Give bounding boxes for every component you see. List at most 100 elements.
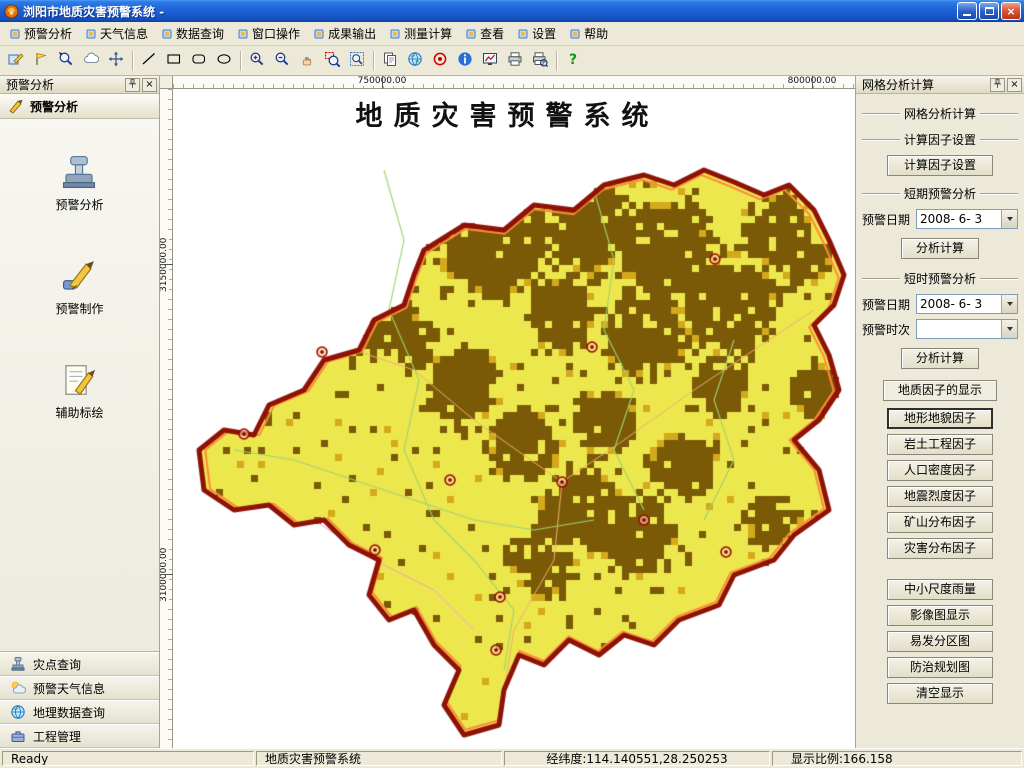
- image-display-button[interactable]: 影像图显示: [887, 605, 993, 626]
- toolbar-hotspot-button[interactable]: [428, 49, 452, 73]
- menu-item-label: 设置: [532, 25, 556, 42]
- menu-window-ops[interactable]: 窗口操作: [232, 22, 308, 45]
- toolbar-draw-roundrect-button[interactable]: [187, 49, 211, 73]
- toolbar-print-preview-button[interactable]: [528, 49, 552, 73]
- tool-label: 预警分析: [55, 196, 103, 213]
- short-time-analyze-button[interactable]: 分析计算: [901, 348, 979, 369]
- nav-label: 灾点查询: [33, 656, 81, 673]
- nav-warning-weather[interactable]: 预警天气信息: [0, 676, 159, 700]
- short-time-date-combo[interactable]: 2008- 6- 3: [916, 294, 1018, 314]
- tool-aux-plot[interactable]: 辅助标绘: [55, 361, 103, 421]
- tool-warning-create[interactable]: 预警制作: [55, 257, 103, 317]
- menu-measure[interactable]: 测量计算: [384, 22, 460, 45]
- menu-output[interactable]: 成果输出: [308, 22, 384, 45]
- menu-help[interactable]: 帮助: [564, 22, 616, 45]
- nav-project-mgmt[interactable]: 工程管理: [0, 724, 159, 748]
- prevention-plan-button[interactable]: 防治规划图: [887, 657, 993, 678]
- menu-view[interactable]: 查看: [460, 22, 512, 45]
- flag-icon: [33, 51, 49, 70]
- factor-geotech-button[interactable]: 岩土工程因子: [887, 434, 993, 455]
- grid-analysis-header: 网格分析计算: [862, 105, 1018, 122]
- factor-seismic-button[interactable]: 地震烈度因子: [887, 486, 993, 507]
- toolbar-zoom-extent-button[interactable]: [345, 49, 369, 73]
- menu-warning-analysis[interactable]: 预警分析: [4, 22, 80, 45]
- toolbar-flag-button[interactable]: [29, 49, 53, 73]
- toolbar-zoom-in-button[interactable]: [245, 49, 269, 73]
- map-canvas[interactable]: [174, 90, 855, 748]
- move-icon: [108, 51, 124, 70]
- toolbar-globe-button[interactable]: [403, 49, 427, 73]
- toolbar-zoom-window-button[interactable]: [320, 49, 344, 73]
- toolbar-draw-ellipse-button[interactable]: [212, 49, 236, 73]
- rect-icon: [166, 51, 182, 70]
- nav-label: 工程管理: [33, 728, 81, 745]
- toolbar-info-button[interactable]: [453, 49, 477, 73]
- toolbar-cloud-button[interactable]: [79, 49, 103, 73]
- toolbar-print-button[interactable]: [503, 49, 527, 73]
- combo-dropdown-button[interactable]: [1001, 320, 1017, 338]
- print-preview-icon: [532, 51, 548, 70]
- nav-disaster-query[interactable]: 灾点查询: [0, 652, 159, 676]
- short-term-analyze-button[interactable]: 分析计算: [901, 238, 979, 259]
- menu-item-icon: [313, 28, 325, 40]
- menu-item-label: 天气信息: [100, 25, 148, 42]
- hotspot-icon: [432, 51, 448, 70]
- tool-warning-analysis[interactable]: 预警分析: [55, 153, 103, 213]
- copy-icon: [382, 51, 398, 70]
- toolbar-edit-select-button[interactable]: [4, 49, 28, 73]
- maximize-button[interactable]: [979, 2, 999, 20]
- toolbar-draw-line-button[interactable]: [137, 49, 161, 73]
- close-button[interactable]: ×: [1001, 2, 1021, 20]
- menu-bar: 预警分析 天气信息 数据查询 窗口操作 成果输出 测量计算 查看 设置 帮助: [0, 22, 1024, 46]
- line-icon: [141, 51, 157, 70]
- left-panel-section-bar[interactable]: 预警分析: [0, 94, 159, 119]
- factor-disaster-button[interactable]: 灾害分布因子: [887, 538, 993, 559]
- short-time-times-combo[interactable]: [916, 319, 1018, 339]
- minimize-icon: [963, 14, 971, 16]
- short-term-header: 短期预警分析: [862, 185, 1018, 202]
- left-panel-pin-button[interactable]: [125, 78, 140, 92]
- notepad-icon: [60, 361, 98, 399]
- combo-dropdown-button[interactable]: [1001, 210, 1017, 228]
- zoom-out-icon: [274, 51, 290, 70]
- clear-display-button[interactable]: 清空显示: [887, 683, 993, 704]
- geo-factors-header-box: 地质因子的显示: [883, 380, 997, 401]
- toolbar-zoom-out-button[interactable]: [270, 49, 294, 73]
- short-term-date-combo[interactable]: 2008- 6- 3: [916, 209, 1018, 229]
- right-panel-close-button[interactable]: ×: [1007, 78, 1022, 92]
- menu-item-icon: [569, 28, 581, 40]
- edit-select-icon: [8, 51, 24, 70]
- menu-item-icon: [517, 28, 529, 40]
- menu-settings[interactable]: 设置: [512, 22, 564, 45]
- left-panel-tools: 预警分析 预警制作 辅助标绘: [0, 119, 159, 651]
- rain-scale-button[interactable]: 中小尺度雨量: [887, 579, 993, 600]
- minimize-button[interactable]: [957, 2, 977, 20]
- toolbar-help-button[interactable]: ?: [561, 49, 585, 73]
- combo-dropdown-button[interactable]: [1001, 295, 1017, 313]
- menu-item-icon: [85, 28, 97, 40]
- application-window: 浏阳市地质灾害预警系统 - × 预警分析 天气信息 数据查询 窗口操作 成果输出…: [0, 0, 1024, 768]
- nav-geo-data-query[interactable]: 地理数据查询: [0, 700, 159, 724]
- toolbar-pan-button[interactable]: [295, 49, 319, 73]
- left-panel-section-title: 预警分析: [30, 98, 78, 115]
- menu-item-label: 测量计算: [404, 25, 452, 42]
- combo-value: [917, 320, 1001, 338]
- status-system: 地质灾害预警系统: [256, 751, 502, 766]
- factor-population-button[interactable]: 人口密度因子: [887, 460, 993, 481]
- factor-terrain-button[interactable]: 地形地貌因子: [887, 408, 993, 429]
- ruler-tick: [382, 76, 383, 89]
- toolbar-draw-rect-button[interactable]: [162, 49, 186, 73]
- menu-item-label: 数据查询: [176, 25, 224, 42]
- toolbar-chart-button[interactable]: [478, 49, 502, 73]
- toolbar-copy-button[interactable]: [378, 49, 402, 73]
- toolbar-zoom-cursor-button[interactable]: [54, 49, 78, 73]
- calc-factor-setup-button[interactable]: 计算因子设置: [887, 155, 993, 176]
- left-panel-close-button[interactable]: ×: [142, 78, 157, 92]
- nav-label: 预警天气信息: [33, 680, 105, 697]
- right-panel-pin-button[interactable]: [990, 78, 1005, 92]
- menu-weather-info[interactable]: 天气信息: [80, 22, 156, 45]
- prone-zone-map-button[interactable]: 易发分区图: [887, 631, 993, 652]
- toolbar-move-button[interactable]: [104, 49, 128, 73]
- factor-mine-button[interactable]: 矿山分布因子: [887, 512, 993, 533]
- menu-data-query[interactable]: 数据查询: [156, 22, 232, 45]
